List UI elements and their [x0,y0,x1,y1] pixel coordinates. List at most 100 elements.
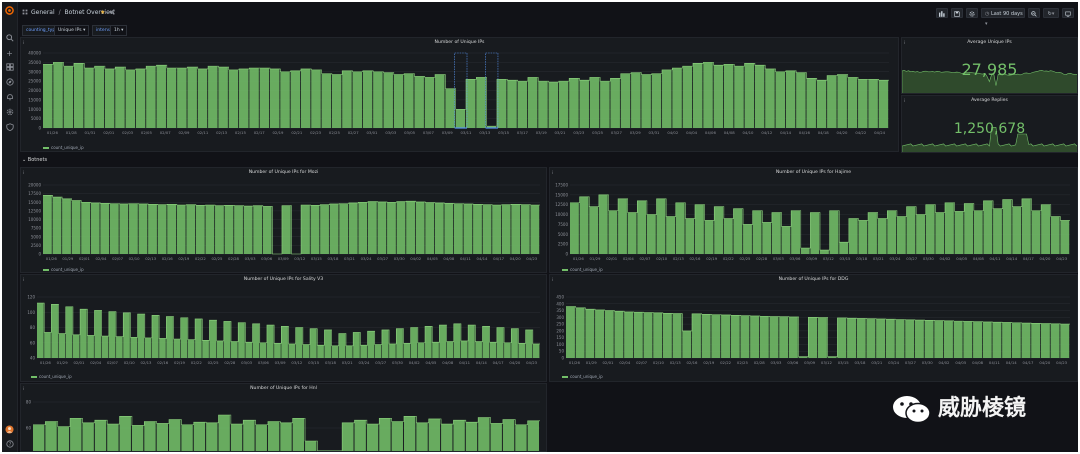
x-tick-label: 04/02 [409,360,421,365]
time-picker-button[interactable]: ◷ Last 90 days ▾ [981,8,1025,27]
area-segment [750,315,760,358]
area-segment [410,327,418,358]
panel-title: Number of Unique IPs for DDG [778,277,849,282]
area-segment [579,196,589,254]
y-tick-label: 40 [26,452,32,453]
x-tick-label: 04/14 [780,130,792,135]
y-tick-label: 0 [38,126,41,131]
variable-select-counting-type[interactable]: Unique IPs ▾ [54,25,90,36]
config-icon[interactable] [5,108,14,117]
x-tick-label: 04/16 [799,130,811,135]
area-segment [973,210,983,254]
breadcrumb-separator: / [58,9,61,16]
x-tick-label: 01/26 [47,130,59,135]
x-tick-label: 02/19 [174,360,186,365]
area-segment [166,68,177,128]
x-tick-label: 02/07 [112,256,124,261]
legend-item[interactable]: count_unique_ip [31,374,72,379]
area-segment [1040,323,1050,358]
x-tick-label: 02/23 [310,130,322,135]
x-tick-label: 04/23 [1056,256,1068,261]
x-tick-label: 03/03 [241,360,253,365]
x-tick-label: 03/18 [856,256,868,261]
grafana-logo-icon[interactable] [5,6,14,15]
area-segment [389,343,396,358]
save-dashboard-icon[interactable] [951,8,963,18]
area-segment [692,313,701,358]
apps-grid-icon[interactable] [22,9,28,18]
star-icon[interactable]: ★ [100,9,105,17]
x-tick-label: 02/04 [96,256,108,261]
area-segment [331,74,342,128]
area-segment [243,206,253,254]
stat-value: 1,250,678 [953,121,1026,137]
area-segment [1050,323,1060,358]
panel-hajime[interactable]: i Number of Unique IPs for Hajime 17500 1… [549,167,1078,273]
zoom-out-icon[interactable] [1028,8,1040,18]
explore-icon[interactable] [5,78,14,87]
area-segment [187,67,197,128]
add-panel-icon[interactable] [936,8,948,18]
tv-mode-icon[interactable] [1062,8,1074,18]
stat-panel-average-unique-ips[interactable]: i Average Unique IPs 27,985 [901,37,1078,94]
panel-title: Average Unique IPs [967,40,1012,45]
area-segment [752,210,762,254]
search-icon[interactable] [5,34,14,43]
settings-gear-icon[interactable] [966,8,978,18]
stat-panel-average-replies[interactable]: i Average Replies 1,250,678 [901,95,1078,153]
panel-hnl[interactable]: i Number of Unique IPs for Hnl 80 60 40 [20,383,547,452]
area-segment [538,81,548,128]
x-tick-label: 02/25 [740,256,752,261]
x-tick-label: 04/20 [1039,360,1051,365]
area-segment [414,76,424,128]
area-segment [148,204,157,254]
x-tick-label: 02/10 [124,360,136,365]
area-segment [482,326,490,358]
row-header-botnets[interactable]: ⌄ Botnets [22,157,47,163]
legend-item[interactable]: count_unique_ip [43,145,84,150]
area-segment [317,345,324,358]
refresh-button[interactable]: ↻▾ [1043,8,1059,18]
area-segment [610,78,620,128]
area-segment [80,309,87,358]
dashboard-title[interactable]: Botnet Overview [65,9,115,16]
area-segment [501,204,511,254]
area-segment [945,202,954,254]
dashboards-icon[interactable] [5,63,14,72]
x-tick-label: 04/11 [460,256,472,261]
plus-icon[interactable]: + [5,49,14,58]
panel-unique-ips[interactable]: i Number of Unique IPs 40000 35000 30000 25… [20,37,899,152]
area-segment [310,328,317,358]
legend-item[interactable]: count_unique_ip [43,267,84,272]
x-tick-label: 03/15 [308,360,320,365]
help-icon[interactable]: ? [5,440,14,449]
user-avatar-icon[interactable] [5,425,14,434]
area-segment [239,68,249,128]
x-tick-label: 03/15 [498,130,510,135]
share-icon[interactable] [109,9,115,18]
alerting-icon[interactable] [5,93,14,102]
y-tick-label: 12500 [28,208,41,213]
area-segment [827,75,837,128]
breadcrumb-folder[interactable]: General [31,9,55,16]
area-segment [352,71,363,128]
shield-icon[interactable] [5,123,14,132]
legend-item[interactable]: count_unique_ip [562,374,603,379]
x-tick-label: 02/07 [636,360,648,365]
x-tick-label: 03/18 [327,256,339,261]
x-tick-label: 02/04 [623,256,635,261]
panel-mozi[interactable]: i Number of Unique IPs for Mozi 20000 175… [20,167,547,273]
variable-select-interval[interactable]: 1h ▾ [110,25,128,36]
panel-sality-v3[interactable]: i Number of Unique IPs for Sality V3 120… [20,274,547,382]
area-segment [63,66,74,128]
area-segment [771,212,781,254]
x-tick-label: 02/17 [254,130,266,135]
panel-title: Number of Unique IPs for Hajime [775,170,852,175]
legend-item[interactable]: count_unique_ip [562,267,603,272]
area-segment [115,67,125,128]
panel-ddg[interactable]: i Number of Unique IPs for DDG 450 400 350… [549,274,1078,382]
x-tick-label: 02/05 [141,130,153,135]
area-segment [992,322,1002,358]
area-segment [44,332,51,358]
x-tick-label: 04/05 [955,360,967,365]
